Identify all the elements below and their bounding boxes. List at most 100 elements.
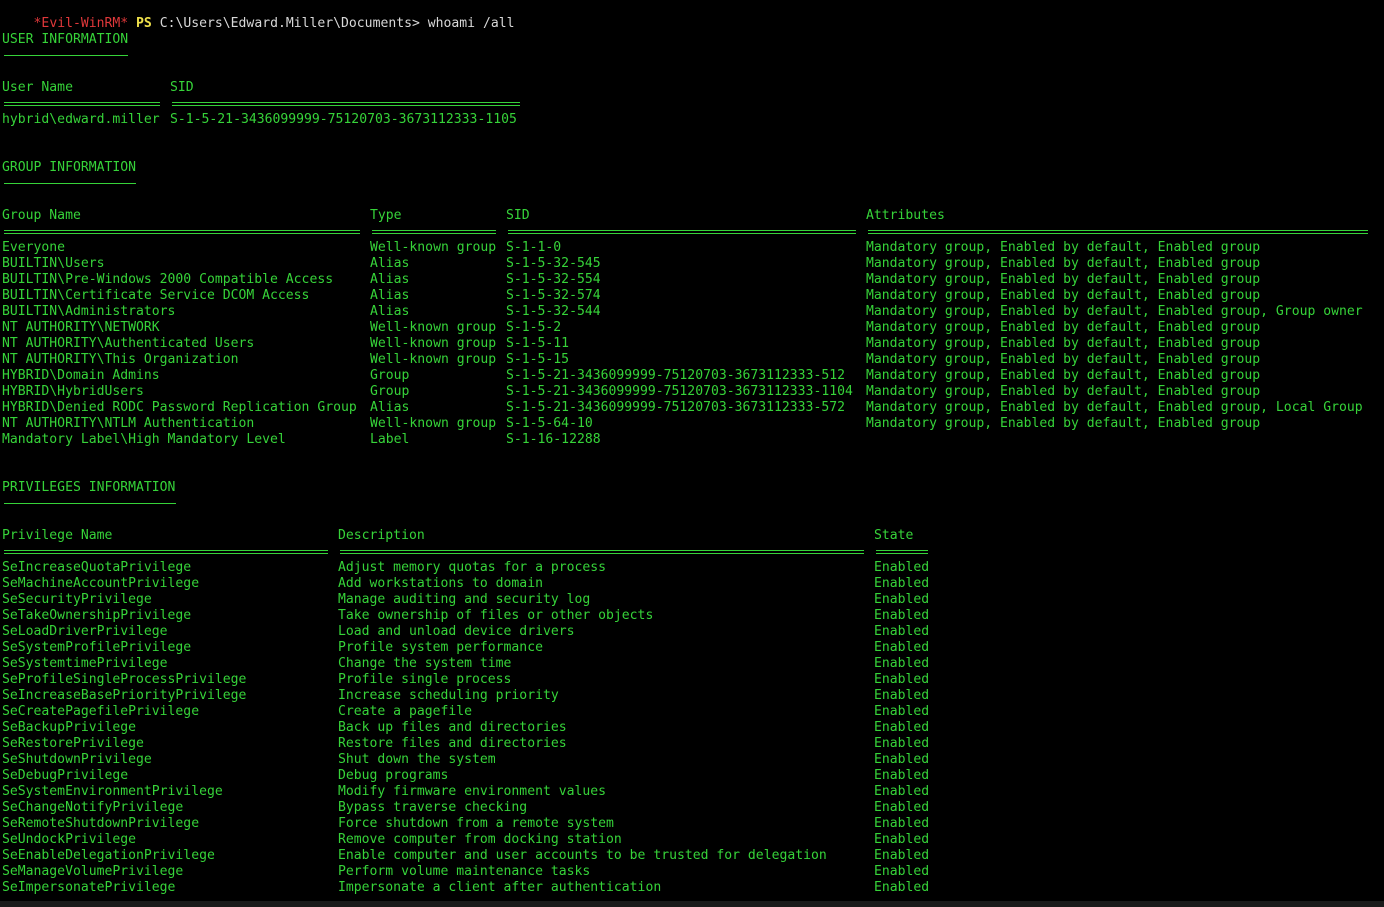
privilege-state: Enabled <box>874 560 930 575</box>
privilege-description: Profile system performance <box>338 640 543 655</box>
privilege-description: Change the system time <box>338 656 512 671</box>
privilege-description: Add workstations to domain <box>338 576 543 591</box>
privilege-description: Adjust memory quotas for a process <box>338 560 607 575</box>
command-text: whoami /all <box>427 16 515 31</box>
privilege-description: Shut down the system <box>338 752 496 767</box>
privilege-name: SeRestorePrivilege <box>2 736 144 751</box>
privilege-description: Bypass traverse checking <box>338 800 528 815</box>
group-attributes: Mandatory group, Enabled by default, Ena… <box>866 336 1261 351</box>
group-type: Alias <box>370 272 410 287</box>
group-col-header-name: Group Name <box>2 208 81 223</box>
group-name: HYBRID\Denied RODC Password Replication … <box>2 400 357 415</box>
privilege-description: Take ownership of files or other objects <box>338 608 654 623</box>
privilege-state: Enabled <box>874 624 930 639</box>
privilege-name: SeRemoteShutdownPrivilege <box>2 816 200 831</box>
group-attributes: Mandatory group, Enabled by default, Ena… <box>866 288 1261 303</box>
group-sid: S-1-16-12288 <box>506 432 601 447</box>
privilege-state: Enabled <box>874 736 930 751</box>
privilege-description: Debug programs <box>338 768 449 783</box>
group-attributes: Mandatory group, Enabled by default, Ena… <box>866 240 1261 255</box>
privilege-state: Enabled <box>874 592 930 607</box>
group-type: Alias <box>370 256 410 271</box>
group-type: Well-known group <box>370 352 497 367</box>
privilege-name: SeProfileSingleProcessPrivilege <box>2 672 247 687</box>
privilege-state: Enabled <box>874 784 930 799</box>
privilege-name: SeShutdownPrivilege <box>2 752 152 767</box>
privilege-name: SeIncreaseBasePriorityPrivilege <box>2 688 247 703</box>
horizontal-scrollbar[interactable] <box>0 901 1384 907</box>
group-attributes: Mandatory group, Enabled by default, Ena… <box>866 272 1261 287</box>
group-type: Well-known group <box>370 320 497 335</box>
group-attributes: Mandatory group, Enabled by default, Ena… <box>866 304 1363 319</box>
privilege-description: Back up files and directories <box>338 720 567 735</box>
group-type: Well-known group <box>370 240 497 255</box>
privilege-state: Enabled <box>874 608 930 623</box>
group-name: NT AUTHORITY\Authenticated Users <box>2 336 255 351</box>
group-name: BUILTIN\Certificate Service DCOM Access <box>2 288 310 303</box>
terminal-window[interactable]: *Evil-WinRM* PS C:\Users\Edward.Miller\D… <box>0 0 1384 907</box>
group-sid: S-1-5-32-554 <box>506 272 601 287</box>
group-name: BUILTIN\Users <box>2 256 105 271</box>
group-type: Group <box>370 384 410 399</box>
group-col-header-type: Type <box>370 208 402 223</box>
group-type: Well-known group <box>370 416 497 431</box>
prompt-shell: PS <box>136 16 152 31</box>
group-name: Mandatory Label\High Mandatory Level <box>2 432 286 447</box>
group-type: Alias <box>370 304 410 319</box>
user-col-separator <box>172 102 520 106</box>
group-sid: S-1-5-32-545 <box>506 256 601 271</box>
privilege-name: SeCreatePagefilePrivilege <box>2 704 200 719</box>
prompt-line: *Evil-WinRM* PS C:\Users\Edward.Miller\D… <box>2 0 515 31</box>
privilege-description: Create a pagefile <box>338 704 473 719</box>
group-sid: S-1-5-32-544 <box>506 304 601 319</box>
group-name: BUILTIN\Pre-Windows 2000 Compatible Acce… <box>2 272 334 287</box>
privilege-state: Enabled <box>874 720 930 735</box>
group-sid: S-1-5-32-574 <box>506 288 601 303</box>
user-info-heading: USER INFORMATION <box>2 32 129 47</box>
privilege-description: Restore files and directories <box>338 736 567 751</box>
priv-col-separator <box>4 550 328 554</box>
privilege-name: SeLoadDriverPrivilege <box>2 624 168 639</box>
priv-col-separator <box>340 550 864 554</box>
privilege-state: Enabled <box>874 768 930 783</box>
privilege-state: Enabled <box>874 640 930 655</box>
group-info-heading-underline <box>4 183 136 184</box>
privilege-name: SeSystemEnvironmentPrivilege <box>2 784 223 799</box>
group-sid: S-1-5-21-3436099999-75120703-3673112333-… <box>506 400 845 415</box>
group-col-separator <box>372 230 496 234</box>
prompt-path: C:\Users\Edward.Miller\Documents> <box>159 16 420 31</box>
privilege-name: SeMachineAccountPrivilege <box>2 576 200 591</box>
privilege-description: Modify firmware environment values <box>338 784 607 799</box>
prompt-session: *Evil-WinRM* <box>33 16 129 31</box>
privilege-name: SeUndockPrivilege <box>2 832 137 847</box>
priv-col-header-name: Privilege Name <box>2 528 113 543</box>
user-sid-value: S-1-5-21-3436099999-75120703-3673112333-… <box>170 112 517 127</box>
group-sid: S-1-5-15 <box>506 352 570 367</box>
group-type: Label <box>370 432 410 447</box>
privilege-state: Enabled <box>874 688 930 703</box>
user-name-value: hybrid\edward.miller <box>2 112 160 127</box>
privilege-description: Remove computer from docking station <box>338 832 622 847</box>
group-type: Group <box>370 368 410 383</box>
privilege-description: Impersonate a client after authenticatio… <box>338 880 662 895</box>
privilege-description: Force shutdown from a remote system <box>338 816 614 831</box>
group-name: Everyone <box>2 240 66 255</box>
group-attributes: Mandatory group, Enabled by default, Ena… <box>866 416 1261 431</box>
privilege-name: SeBackupPrivilege <box>2 720 137 735</box>
group-type: Alias <box>370 400 410 415</box>
privilege-name: SeIncreaseQuotaPrivilege <box>2 560 192 575</box>
privilege-state: Enabled <box>874 576 930 591</box>
group-col-header-attributes: Attributes <box>866 208 945 223</box>
privilege-name: SeSystemProfilePrivilege <box>2 640 192 655</box>
group-sid: S-1-1-0 <box>506 240 562 255</box>
privilege-state: Enabled <box>874 816 930 831</box>
privilege-description: Profile single process <box>338 672 512 687</box>
privilege-state: Enabled <box>874 832 930 847</box>
privilege-state: Enabled <box>874 752 930 767</box>
privilege-state: Enabled <box>874 880 930 895</box>
user-col-header-username: User Name <box>2 80 73 95</box>
privilege-name: SeEnableDelegationPrivilege <box>2 848 215 863</box>
privilege-description: Manage auditing and security log <box>338 592 591 607</box>
group-col-separator <box>508 230 856 234</box>
group-attributes: Mandatory group, Enabled by default, Ena… <box>866 256 1261 271</box>
